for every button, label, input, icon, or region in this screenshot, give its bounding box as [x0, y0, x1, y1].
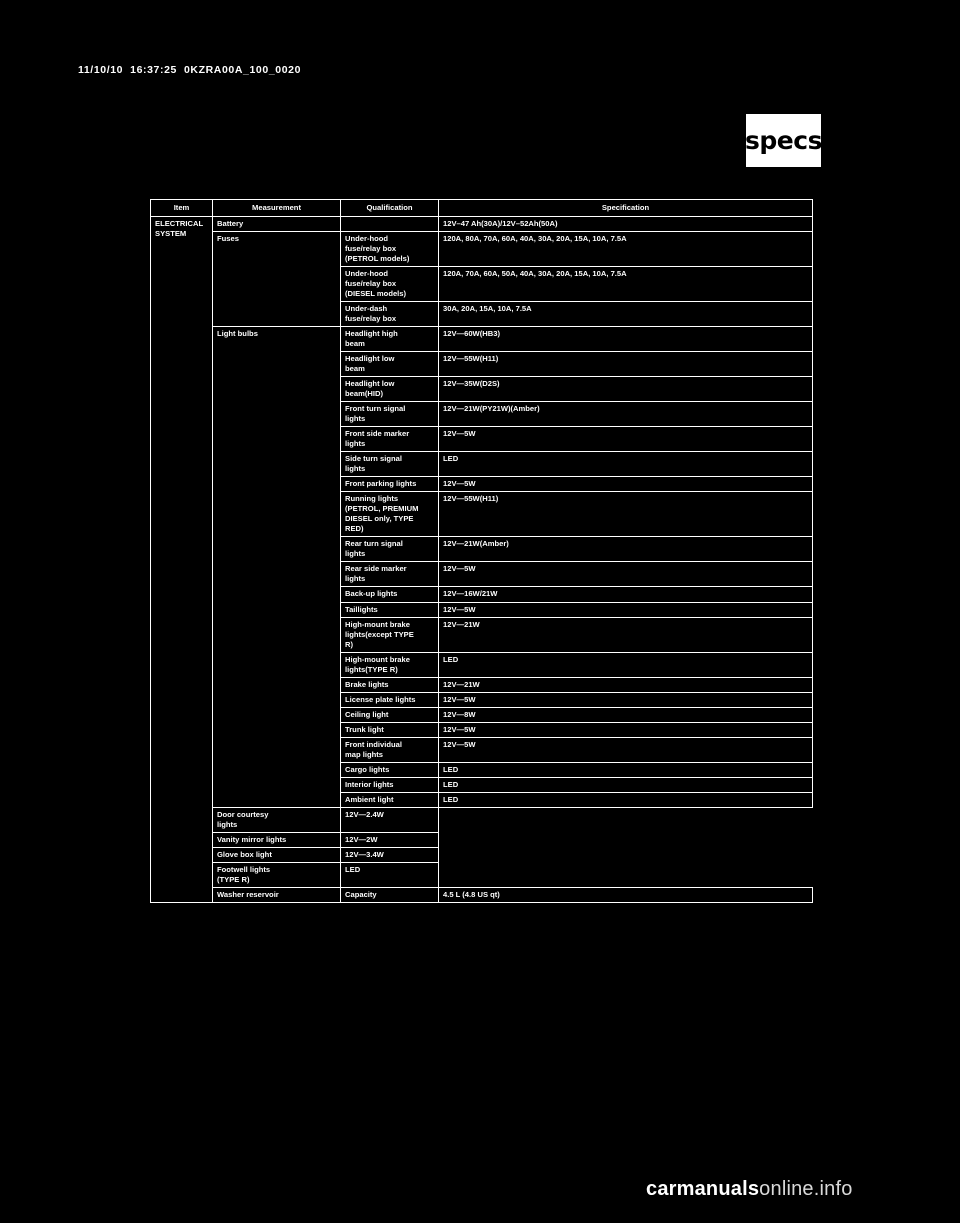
cell-specification: 12V—5W	[438, 601, 813, 618]
cell-specification: 12V—3.4W	[340, 846, 439, 863]
cell-qualification: Rear turn signal lights	[340, 536, 439, 563]
cell-item: ELECTRICAL SYSTEM	[150, 216, 213, 903]
cell-qualification: Brake lights	[340, 676, 439, 693]
column-header-measurement: Measurement	[212, 198, 341, 218]
cell-qualification: Under-hood fuse/relay box (DIESEL models…	[340, 266, 439, 303]
cell-specification: 12V—16W/21W	[438, 586, 813, 603]
cell-qualification: Interior lights	[340, 776, 439, 793]
cell-qualification: Taillights	[340, 601, 439, 618]
cell-qualification: License plate lights	[340, 691, 439, 708]
cell-specification: 120A, 70A, 60A, 50A, 40A, 30A, 20A, 15A,…	[438, 266, 813, 303]
column-header-item: Item	[150, 198, 213, 218]
cell-qualification: Front individual map lights	[340, 736, 439, 763]
cell-qualification: Running lights (PETROL, PREMIUM DIESEL o…	[340, 491, 439, 538]
cell-specification: LED	[438, 761, 813, 778]
cell-qualification: Cargo lights	[340, 761, 439, 778]
cell-qualification: Headlight low beam(HID)	[340, 376, 439, 403]
table-header: Item Measurement Qualification Specifica…	[150, 198, 813, 218]
cell-qualification: Back-up lights	[340, 586, 439, 603]
column-header-qualification: Qualification	[340, 198, 439, 218]
cell-specification: 12V—55W(H11)	[438, 351, 813, 378]
cell-measurement: Battery	[212, 216, 341, 233]
cell-qualification: Under-hood fuse/relay box (PETROL models…	[340, 231, 439, 268]
cell-specification: 12V—5W	[438, 691, 813, 708]
cell-qualification: Vanity mirror lights	[212, 831, 341, 848]
cell-qualification: Rear side marker lights	[340, 561, 439, 588]
table-row: Light bulbs Headlight high beam 12V—60W(HB…	[151, 326, 813, 808]
cell-qualification: Capacity	[340, 886, 439, 903]
cell-qualification: Trunk light	[340, 721, 439, 738]
cell-qualification: Headlight high beam	[340, 326, 439, 353]
column-header-specification: Specification	[438, 198, 813, 218]
cell-specification: 12V—5W	[438, 476, 813, 493]
cell-specification: 12V—5W	[438, 426, 813, 453]
table-body: ELECTRICAL SYSTEM Battery 12V–47 Ah(30A)/1…	[150, 216, 813, 903]
cell-specification: 12V—35W(D2S)	[438, 376, 813, 403]
cell-specification: LED	[438, 791, 813, 808]
cell-specification: 12V—2.4W	[340, 806, 439, 833]
cell-qualification: Footwell lights (TYPE R)	[212, 861, 341, 888]
cell-qualification: Side turn signal lights	[340, 451, 439, 478]
cell-measurement: Fuses	[212, 231, 341, 328]
specs-badge: specs	[745, 114, 822, 167]
table-row: Door courtesy lights 12V—2.4W	[151, 806, 813, 833]
cell-specification: 12V—60W(HB3)	[438, 326, 813, 353]
cell-measurement: Washer reservoir	[212, 886, 341, 903]
cell-specification: 12V—5W	[438, 561, 813, 588]
table-row: Footwell lights (TYPE R) LED	[151, 861, 813, 888]
table-row: Vanity mirror lights 12V—2W	[151, 831, 813, 848]
cell-qualification: Front parking lights	[340, 476, 439, 493]
cell-specification: 4.5 L (4.8 US qt)	[438, 886, 813, 903]
table-row: Glove box light 12V—3.4W	[151, 846, 813, 863]
cell-specification: 12V—21W	[438, 676, 813, 693]
cell-specification: 12V—8W	[438, 706, 813, 723]
cell-qualification: Front turn signal lights	[340, 401, 439, 428]
watermark-brand: carmanuals	[646, 1178, 760, 1200]
cell-specification: 12V—21W(Amber)	[438, 536, 813, 563]
document-page: 11/10/10 16:37:25 0KZRA00A_100_0020 spec…	[0, 0, 960, 1223]
cell-specification: LED	[340, 861, 439, 888]
table-row: Fuses Under-hood fuse/relay box (PETROL m…	[151, 231, 813, 328]
table-row: ELECTRICAL SYSTEM Battery 12V–47 Ah(30A)/1…	[150, 216, 813, 903]
specifications-table: Item Measurement Qualification Specifica…	[150, 198, 813, 903]
cell-specification: LED	[438, 651, 813, 678]
cell-qualification: Headlight low beam	[340, 351, 439, 378]
cell-qualification: Door courtesy lights	[212, 806, 341, 833]
cell-specification: LED	[438, 451, 813, 478]
cell-qualification: Ambient light	[340, 791, 439, 808]
cell-specification: 12V—21W	[438, 616, 813, 653]
cell-qualification: Ceiling light	[340, 706, 439, 723]
cell-qualification: Glove box light	[212, 846, 341, 863]
cell-specification: 12V—21W(PY21W)(Amber)	[438, 401, 813, 428]
cell-specification: 30A, 20A, 15A, 10A, 7.5A	[438, 301, 813, 328]
watermark-domain: online.info	[759, 1178, 853, 1200]
cell-specification: 12V–47 Ah(30A)/12V–52Ah(50A)	[438, 216, 813, 233]
cell-specification: 12V—5W	[438, 721, 813, 738]
cell-specification: 12V—5W	[438, 736, 813, 763]
table-header-row: Item Measurement Qualification Specifica…	[150, 198, 813, 218]
cell-qualification: Under-dash fuse/relay box	[340, 301, 439, 328]
cell-specification: 12V—55W(H11)	[438, 491, 813, 538]
cell-qualification: High-mount brake lights(except TYPE R)	[340, 616, 439, 653]
table-row: Washer reservoir Capacity 4.5 L (4.8 US qt…	[151, 886, 813, 903]
cell-qualification: Front side marker lights	[340, 426, 439, 453]
cell-specification: 12V—2W	[340, 831, 439, 848]
site-watermark: carmanualsonline.info	[646, 1178, 853, 1201]
cell-specification: 120A, 80A, 70A, 60A, 40A, 30A, 20A, 15A,…	[438, 231, 813, 268]
cell-specification: LED	[438, 776, 813, 793]
cell-measurement: Light bulbs	[212, 326, 341, 808]
cell-qualification	[340, 216, 439, 233]
specs-badge-label: specs	[745, 126, 822, 155]
page-header-note: 11/10/10 16:37:25 0KZRA00A_100_0020	[78, 64, 302, 76]
cell-qualification: High-mount brake lights(TYPE R)	[340, 651, 439, 678]
